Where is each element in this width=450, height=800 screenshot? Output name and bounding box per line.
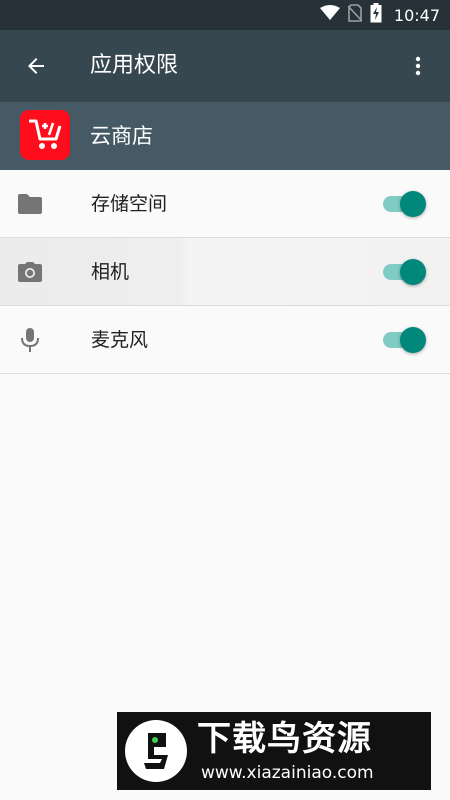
- page-title: 应用权限: [90, 53, 179, 78]
- app-toolbar: 应用权限: [0, 30, 450, 102]
- shopping-cart-icon: [29, 119, 62, 149]
- camera-toggle[interactable]: [383, 258, 429, 286]
- permission-row-microphone[interactable]: 麦克风: [0, 306, 450, 374]
- status-bar: 10:47: [0, 0, 450, 30]
- toggle-thumb: [400, 259, 426, 285]
- status-time: 10:47: [393, 5, 440, 25]
- permission-label: 相机: [91, 261, 130, 283]
- back-button[interactable]: [14, 44, 58, 88]
- overflow-menu-button[interactable]: [396, 44, 440, 88]
- permission-row-camera[interactable]: 相机: [0, 238, 450, 306]
- app-icon: [20, 110, 70, 160]
- storage-toggle[interactable]: [383, 190, 429, 218]
- watermark-title: 下载鸟资源: [197, 719, 372, 759]
- microphone-toggle[interactable]: [383, 326, 429, 354]
- camera-icon: [16, 258, 44, 286]
- arrow-back-icon: [28, 58, 44, 74]
- toggle-thumb: [400, 327, 426, 353]
- permission-row-storage[interactable]: 存储空间: [0, 170, 450, 238]
- battery-charging-icon: [370, 3, 382, 27]
- permission-label: 麦克风: [91, 329, 149, 351]
- bird-logo-icon: [125, 720, 187, 782]
- folder-icon: [16, 190, 44, 218]
- wifi-icon: [319, 5, 340, 25]
- microphone-icon: [16, 326, 44, 354]
- no-sim-icon: [347, 4, 363, 26]
- watermark-url: www.xiazainiao.com: [201, 763, 374, 783]
- app-header: 云商店: [0, 102, 450, 170]
- app-name: 云商店: [90, 124, 153, 148]
- more-vert-icon: [415, 56, 421, 76]
- toggle-thumb: [400, 191, 426, 217]
- permission-list: 存储空间 相机 麦克风: [0, 170, 450, 374]
- watermark-banner: 下载鸟资源 www.xiazainiao.com: [117, 712, 431, 790]
- permission-label: 存储空间: [91, 193, 168, 215]
